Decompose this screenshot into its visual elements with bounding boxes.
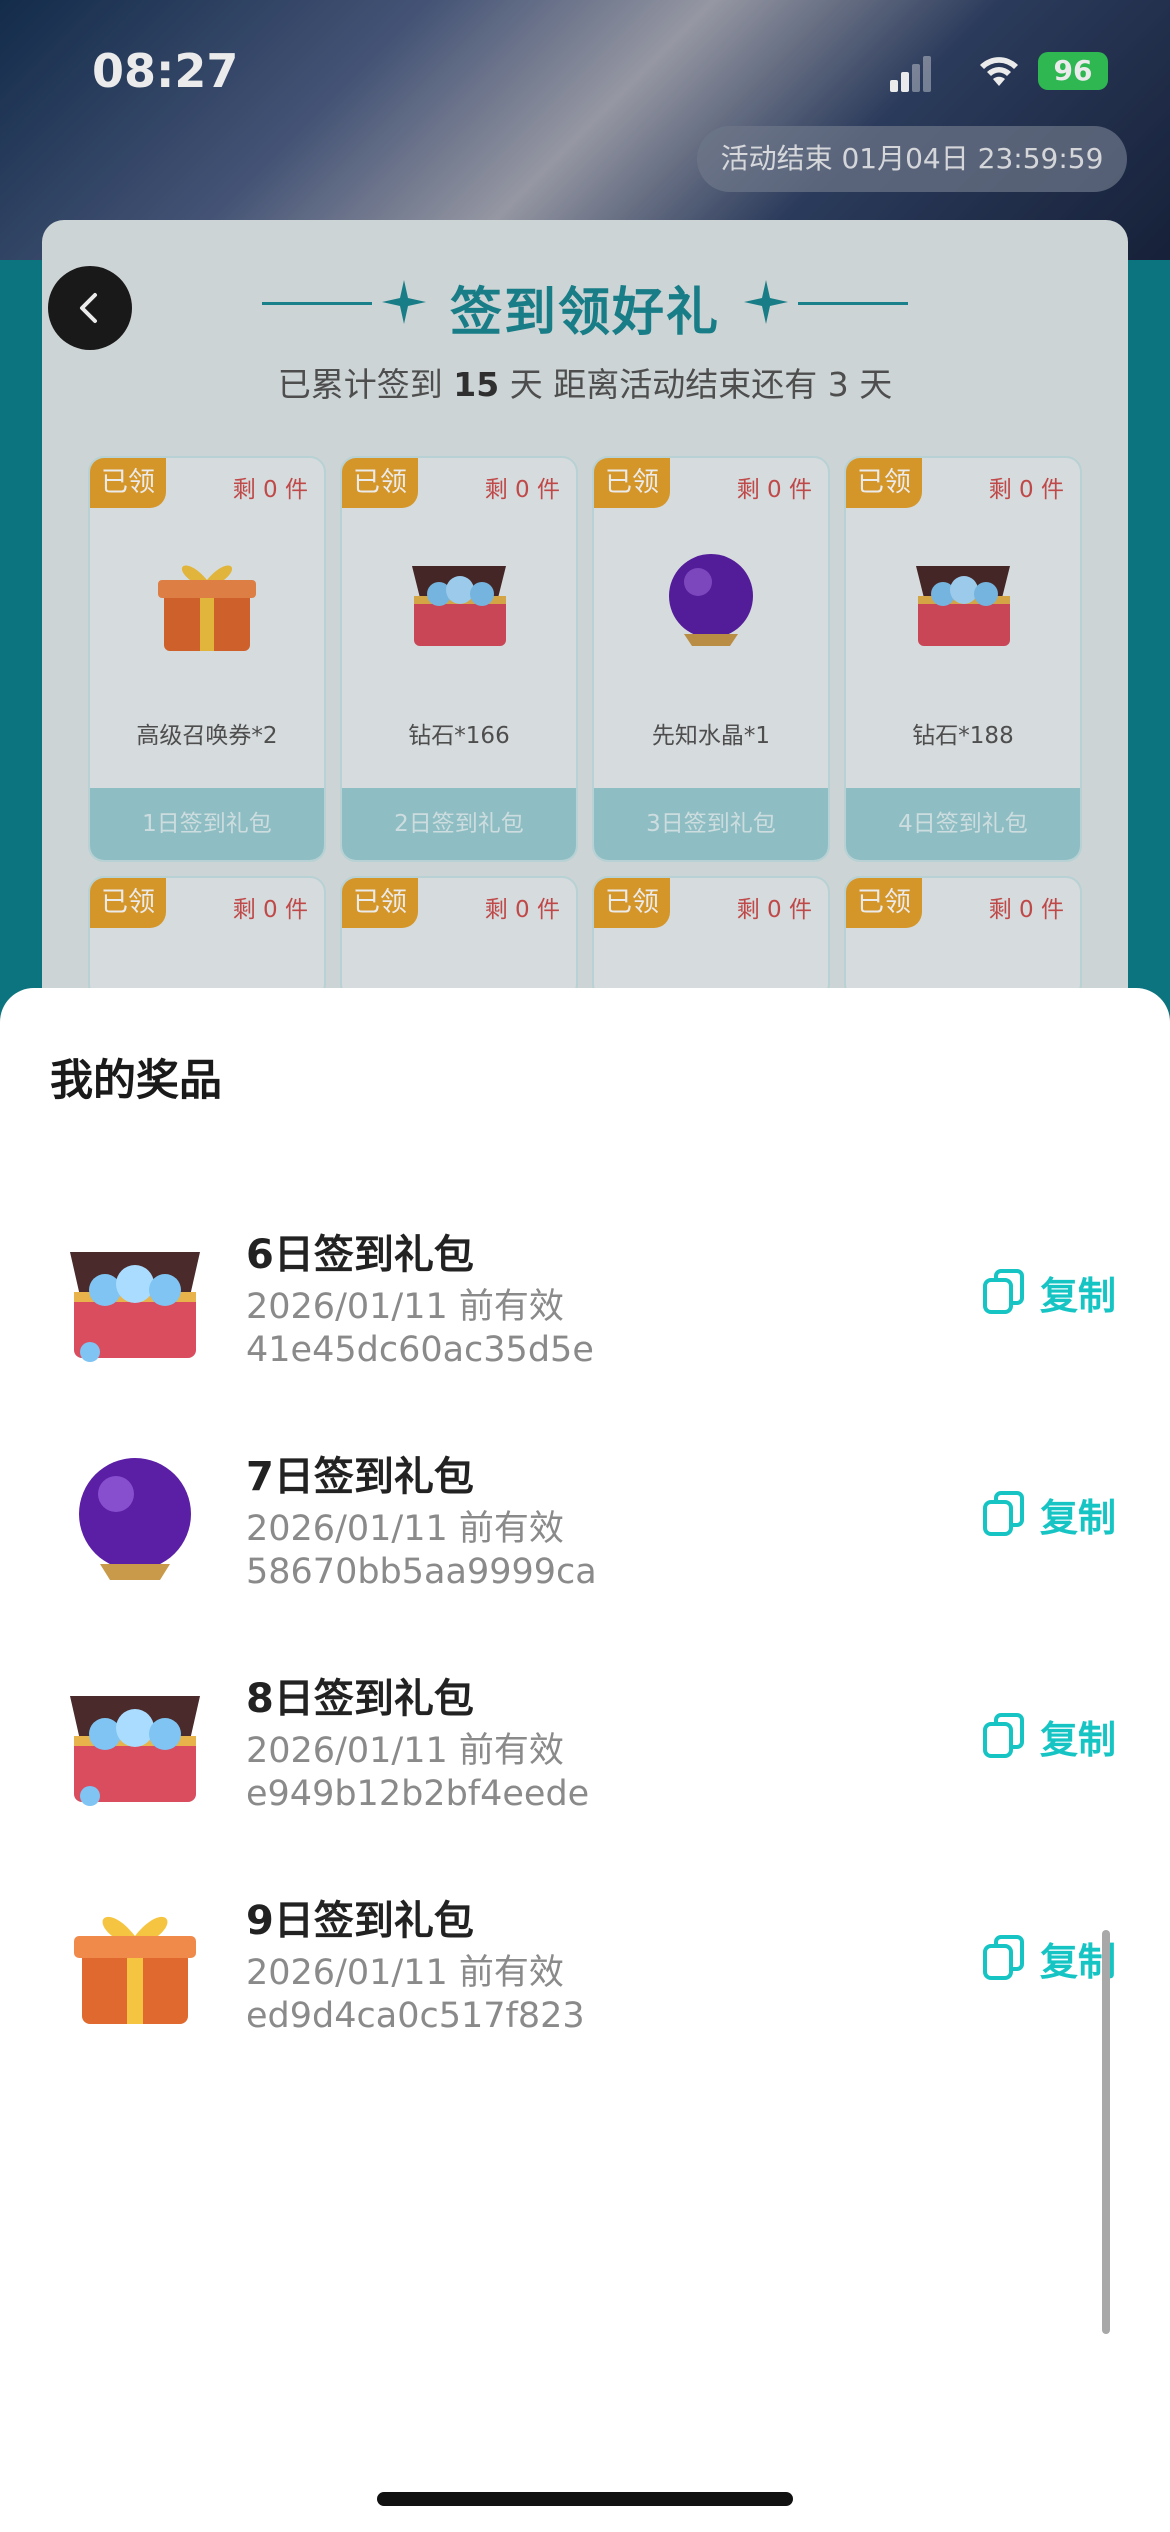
prize-code: 41e45dc60ac35d5e <box>246 1330 594 1370</box>
prize-code: e949b12b2bf4eede <box>246 1774 590 1814</box>
sparkle-icon <box>744 280 788 324</box>
diamond-chest-icon <box>916 566 1010 646</box>
activity-countdown: 活动结束 01月04日 23:59:59 <box>697 126 1127 192</box>
copy-button[interactable]: 复制 <box>982 1484 1116 1544</box>
reward-card[interactable]: 已领 剩 0 件 <box>340 876 578 1000</box>
prize-expiry: 2026/01/11 前有效 <box>246 1287 564 1327</box>
claimed-badge: 已领 <box>846 878 922 928</box>
diamond-chest-icon <box>412 566 506 646</box>
title-decor-line-right <box>798 302 908 305</box>
summary-prefix: 已累计签到 <box>277 365 443 404</box>
remaining-count: 剩 0 件 <box>232 897 308 923</box>
status-time: 08:27 <box>92 44 239 98</box>
remaining-count: 剩 0 件 <box>484 477 560 503</box>
summary-suffix: 天 <box>859 365 893 404</box>
reward-day-label: 3日签到礼包 <box>594 788 828 860</box>
diamond-chest-icon <box>70 1252 200 1362</box>
cellular-signal-icon <box>890 56 931 92</box>
prize-expiry: 2026/01/11 前有效 <box>246 1509 564 1549</box>
remaining-count: 剩 0 件 <box>232 477 308 503</box>
prize-item: 6日签到礼包 2026/01/11 前有效 41e45dc60ac35d5e 复… <box>0 1194 1170 1394</box>
copy-label: 复制 <box>1040 1495 1117 1540</box>
reward-name: 钻石*188 <box>912 723 1014 749</box>
prize-name: 7日签到礼包 <box>246 1454 474 1500</box>
prize-name: 8日签到礼包 <box>246 1676 474 1722</box>
copy-label: 复制 <box>1040 1717 1117 1762</box>
activity-title-row: 签到领好礼 <box>0 270 1170 345</box>
claimed-badge: 已领 <box>342 878 418 928</box>
copy-button[interactable]: 复制 <box>982 1928 1116 1988</box>
crystal-orb-icon <box>669 554 753 646</box>
copy-icon <box>983 1713 1024 1758</box>
copy-button[interactable]: 复制 <box>982 1262 1116 1322</box>
gift-box-icon <box>74 1916 196 2024</box>
remaining-count: 剩 0 件 <box>988 897 1064 923</box>
claimed-badge: 已领 <box>90 878 166 928</box>
prize-code: 58670bb5aa9999ca <box>246 1552 597 1592</box>
battery-indicator: 96 <box>1038 52 1108 90</box>
prize-expiry: 2026/01/11 前有效 <box>246 1731 564 1771</box>
reward-card[interactable]: 已领 剩 0 件 高级召唤券*2 1日签到礼包 <box>88 456 326 862</box>
home-indicator[interactable] <box>377 2492 793 2506</box>
copy-icon <box>983 1491 1024 1536</box>
reward-card[interactable]: 已领 剩 0 件 先知水晶*1 3日签到礼包 <box>592 456 830 862</box>
summary-mid: 天 距离活动结束还有 <box>509 365 818 404</box>
prize-name: 9日签到礼包 <box>246 1898 474 1944</box>
reward-card[interactable]: 已领 剩 0 件 <box>592 876 830 1000</box>
claimed-badge: 已领 <box>846 458 922 508</box>
claimed-badge: 已领 <box>594 458 670 508</box>
copy-icon <box>983 1269 1024 1314</box>
reward-day-label: 4日签到礼包 <box>846 788 1080 860</box>
diamond-chest-icon <box>70 1696 200 1806</box>
reward-card[interactable]: 已领 剩 0 件 <box>88 876 326 1000</box>
gift-box-icon <box>158 565 256 651</box>
reward-day-label: 1日签到礼包 <box>90 788 324 860</box>
remaining-count: 剩 0 件 <box>484 897 560 923</box>
activity-title: 签到领好礼 <box>449 283 720 343</box>
wifi-icon <box>980 57 1018 86</box>
copy-button[interactable]: 复制 <box>982 1706 1116 1766</box>
prize-expiry: 2026/01/11 前有效 <box>246 1953 564 1993</box>
claimed-badge: 已领 <box>594 878 670 928</box>
remaining-days: 3 <box>827 365 849 404</box>
sheet-title: 我的奖品 <box>50 1056 222 1106</box>
remaining-count: 剩 0 件 <box>736 477 812 503</box>
reward-day-label: 2日签到礼包 <box>342 788 576 860</box>
remaining-count: 剩 0 件 <box>988 477 1064 503</box>
claimed-badge: 已领 <box>342 458 418 508</box>
prize-item: 7日签到礼包 2026/01/11 前有效 58670bb5aa9999ca 复… <box>0 1416 1170 1616</box>
scrollbar[interactable] <box>1102 1930 1110 2334</box>
copy-icon <box>983 1935 1024 1980</box>
copy-label: 复制 <box>1040 1273 1117 1318</box>
remaining-count: 剩 0 件 <box>736 897 812 923</box>
reward-name: 先知水晶*1 <box>651 723 771 749</box>
reward-card[interactable]: 已领 剩 0 件 钻石*188 4日签到礼包 <box>844 456 1082 862</box>
prize-code: ed9d4ca0c517f823 <box>246 1996 585 2036</box>
claimed-badge: 已领 <box>90 458 166 508</box>
crystal-orb-icon <box>79 1458 191 1580</box>
prize-item: 9日签到礼包 2026/01/11 前有效 ed9d4ca0c517f823 复… <box>0 1860 1170 2060</box>
reward-name: 高级召唤券*2 <box>136 723 278 749</box>
prize-name: 6日签到礼包 <box>246 1232 474 1278</box>
reward-card[interactable]: 已领 剩 0 件 钻石*166 2日签到礼包 <box>340 456 578 862</box>
signin-summary: 已累计签到 15 天 距离活动结束还有 3 天 <box>0 358 1170 406</box>
my-prizes-sheet: 我的奖品 6日签到礼包 2026/01/11 前有效 41e45dc60ac35… <box>0 988 1170 2532</box>
reward-name: 钻石*166 <box>408 723 510 749</box>
prize-item: 8日签到礼包 2026/01/11 前有效 e949b12b2bf4eede 复… <box>0 1638 1170 1838</box>
signed-days: 15 <box>453 365 500 404</box>
reward-card[interactable]: 已领 剩 0 件 <box>844 876 1082 1000</box>
